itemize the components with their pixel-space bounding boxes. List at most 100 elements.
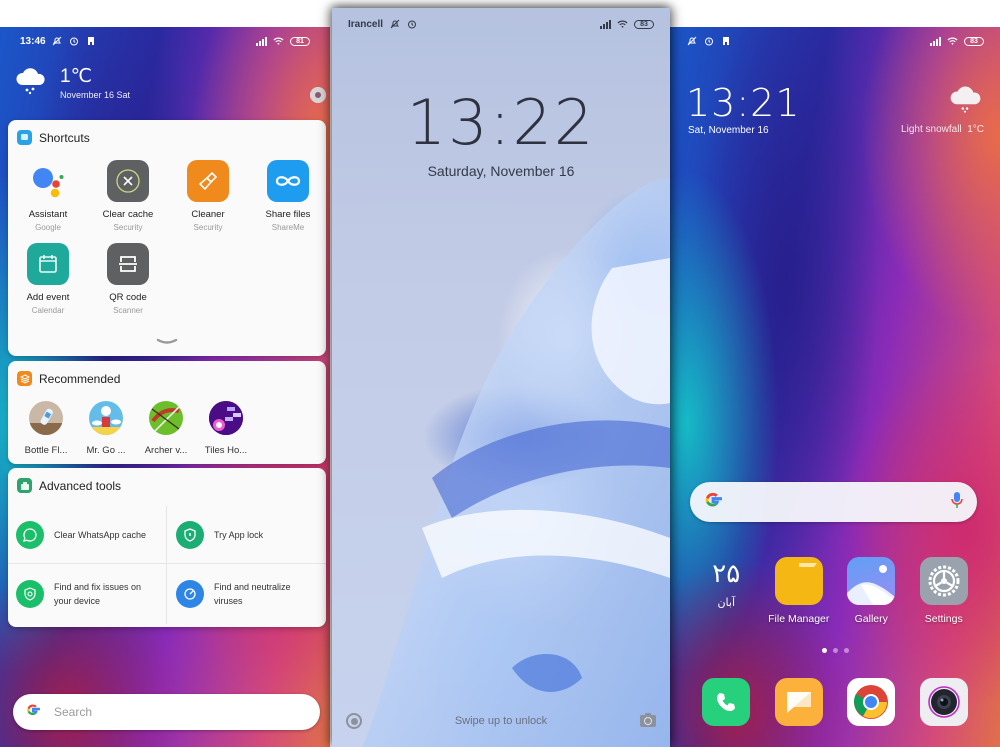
alarm-icon <box>406 19 417 30</box>
calendar-icon <box>27 243 69 285</box>
status-bar: 13:46 81 <box>0 27 330 55</box>
page-indicator[interactable] <box>670 648 1000 653</box>
cloud-snow-icon <box>14 67 48 100</box>
recommended-title: Recommended <box>39 371 121 386</box>
camera-shortcut-icon[interactable] <box>640 713 656 727</box>
shortcut-clear-cache[interactable]: Clear cache Security <box>88 160 168 232</box>
search-input[interactable]: Search <box>13 694 320 730</box>
sim-card-icon <box>86 36 97 47</box>
app-file-manager[interactable]: File Manager <box>763 557 836 625</box>
alarm-icon <box>69 36 80 47</box>
lock-screen-date: Saturday, November 16 <box>427 163 575 179</box>
camera-icon[interactable] <box>919 678 968 726</box>
home-weather-widget[interactable]: Light snowfall 1°C <box>901 85 984 135</box>
chrome-icon[interactable] <box>847 678 896 726</box>
google-g-icon <box>704 491 723 514</box>
shortcuts-title: Shortcuts <box>39 130 90 145</box>
battery-indicator: 83 <box>964 36 984 46</box>
shortcut-share-files[interactable]: Share files ShareMe <box>248 160 328 232</box>
status-bar: 83 <box>670 27 1000 55</box>
home-date: Sat, November 16 <box>688 125 769 136</box>
alarm-icon <box>703 36 714 47</box>
cloud-snow-icon <box>948 85 984 120</box>
app-gallery[interactable]: Gallery <box>835 557 908 625</box>
mute-notifications-icon <box>52 36 63 47</box>
bottle-flip-app-icon <box>29 401 63 435</box>
shortcut-add-event[interactable]: Add event Calendar <box>8 243 88 315</box>
tool-try-app-lock[interactable]: Try App lock <box>167 506 326 564</box>
shield-lock-icon <box>176 520 204 549</box>
google-assistant-icon <box>27 160 69 202</box>
recommended-app-archer[interactable]: Archer v... <box>136 401 196 456</box>
signal-icon <box>600 19 611 29</box>
folder-icon <box>774 557 823 605</box>
status-bar: Irancell 83 <box>332 10 670 38</box>
persian-month: آبان <box>717 597 736 609</box>
sim-card-icon <box>720 36 731 47</box>
archer-app-icon <box>149 401 183 435</box>
weather-widget[interactable]: 1℃ November 16 Sat <box>14 67 130 100</box>
search-placeholder: Search <box>54 705 93 719</box>
phone-icon[interactable] <box>702 678 751 726</box>
weather-temperature: 1°C <box>967 124 984 135</box>
recommended-app-bottle-flip[interactable]: Bottle Fl... <box>16 401 76 456</box>
home-clock[interactable]: 13:21 <box>686 84 801 122</box>
page-dot[interactable] <box>843 648 849 653</box>
layers-icon <box>17 371 32 386</box>
wifi-icon <box>947 36 958 47</box>
shortcuts-badge-icon <box>17 130 32 145</box>
shield-search-icon <box>16 580 44 608</box>
shortcuts-card: Shortcuts Assistant Google Clear cache S… <box>8 120 326 356</box>
lock-screen-clock: 13:22 <box>406 86 596 159</box>
wifi-icon <box>273 36 284 47</box>
broom-icon <box>187 160 229 202</box>
settings-gear-icon[interactable] <box>310 87 326 103</box>
shortcut-qr-code[interactable]: QR code Scanner <box>88 243 168 315</box>
weather-date: November 16 Sat <box>60 90 131 100</box>
battery-indicator: 83 <box>634 19 654 29</box>
status-time: 13:46 <box>20 35 46 47</box>
stage: 13:46 81 1℃ November 16 Sat Shortcuts As… <box>0 0 1000 747</box>
clear-cache-icon <box>107 160 149 202</box>
tool-find-fix-issues[interactable]: Find and fix issues on your device <box>8 564 167 624</box>
recommended-app-mr-go[interactable]: Mr. Go ... <box>76 401 136 456</box>
middle-screen-lock: Irancell 83 13:22 Saturday, November 16 … <box>332 8 670 747</box>
lock-screen-bottom-bar: Swipe up to unlock <box>332 711 670 731</box>
signal-icon <box>256 36 267 46</box>
shortcut-cleaner[interactable]: Cleaner Security <box>168 160 248 232</box>
tool-neutralize-viruses[interactable]: Find and neutralize viruses <box>167 564 326 624</box>
infinity-share-icon <box>267 160 309 202</box>
tiles-hop-app-icon <box>209 401 243 435</box>
recommended-card: Recommended Bottle Fl... Mr. Go ... Arch… <box>8 361 326 464</box>
recommended-app-tiles-hop[interactable]: Tiles Ho... <box>196 401 256 456</box>
home-apps-row: ۲۵ آبان File Manager Gallery Settings <box>690 557 980 625</box>
swipe-to-unlock-hint[interactable]: Swipe up to unlock <box>362 715 640 727</box>
gallery-icon <box>847 557 896 605</box>
expand-chevron-icon[interactable] <box>156 338 178 346</box>
battery-indicator: 81 <box>290 36 310 46</box>
assistant-shortcut-icon[interactable] <box>346 713 362 729</box>
carrier-name: Irancell <box>348 18 384 30</box>
google-search-bar[interactable] <box>690 482 977 522</box>
virus-scan-icon <box>176 580 204 608</box>
left-screen-app-vault: 13:46 81 1℃ November 16 Sat Shortcuts As… <box>0 27 330 747</box>
qr-scanner-icon <box>107 243 149 285</box>
microphone-icon[interactable] <box>951 491 963 514</box>
wifi-icon <box>617 19 628 30</box>
page-dot[interactable] <box>821 648 827 653</box>
google-g-icon <box>26 703 41 722</box>
messages-icon[interactable] <box>774 678 823 726</box>
page-dot[interactable] <box>832 648 838 653</box>
settings-gear-icon <box>919 557 968 605</box>
app-settings[interactable]: Settings <box>908 557 981 625</box>
dock <box>690 678 980 726</box>
tool-clear-whatsapp-cache[interactable]: Clear WhatsApp cache <box>8 506 167 564</box>
right-screen-home: 83 13:21 Sat, November 16 Light snowfall… <box>670 27 1000 747</box>
mr-go-app-icon <box>89 401 123 435</box>
persian-day: ۲۵ <box>712 559 741 589</box>
weather-description: Light snowfall <box>901 124 962 135</box>
mute-notifications-icon <box>389 19 400 30</box>
persian-calendar-widget[interactable]: ۲۵ آبان <box>690 557 763 625</box>
weather-temperature: 1℃ <box>60 66 92 87</box>
shortcut-assistant[interactable]: Assistant Google <box>8 160 88 232</box>
